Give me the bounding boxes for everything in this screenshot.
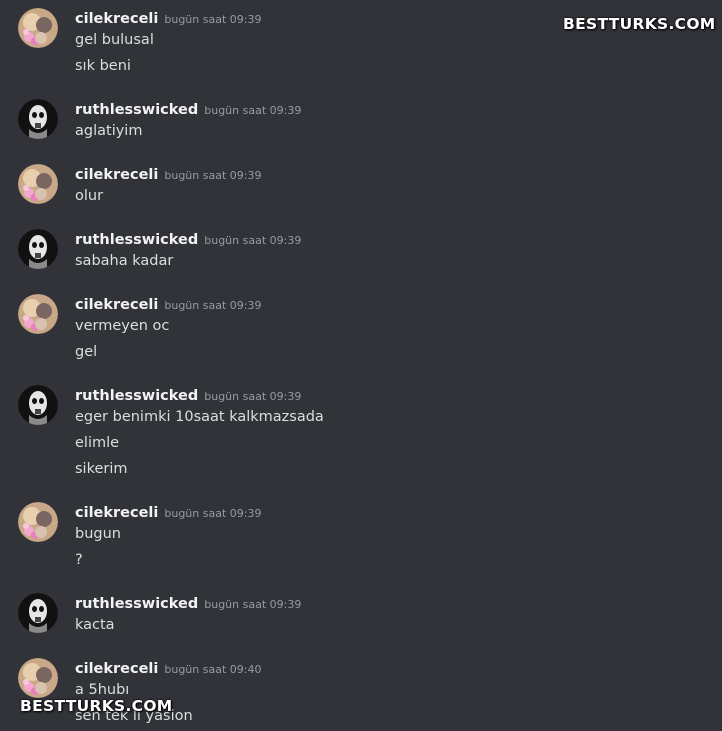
username[interactable]: ruthlesswicked [75, 232, 198, 248]
message-header: cilekreceli bugün saat 09:39 [75, 164, 261, 184]
masked-face-avatar[interactable] [18, 229, 58, 269]
username[interactable]: ruthlesswicked [75, 388, 198, 404]
message-text: gel bulusal [75, 32, 154, 48]
message-text: olur [75, 188, 104, 204]
username[interactable]: cilekreceli [75, 661, 158, 677]
timestamp[interactable]: bugün saat 09:39 [164, 299, 261, 312]
avatar-image [18, 164, 58, 204]
username[interactable]: cilekreceli [75, 167, 158, 183]
avatar-image [18, 294, 58, 334]
timestamp[interactable]: bugün saat 09:39 [204, 104, 301, 117]
timestamp[interactable]: bugün saat 09:39 [164, 169, 261, 182]
masked-face-avatar[interactable] [18, 385, 58, 425]
avatar-image [18, 658, 58, 698]
message-text: ? [75, 552, 83, 568]
message-text: sık beni [75, 58, 131, 74]
username[interactable]: cilekreceli [75, 505, 158, 521]
message-text: kacta [75, 617, 115, 633]
message-text: gel [75, 344, 98, 360]
avatar-image [18, 8, 58, 48]
masked-face-avatar[interactable] [18, 99, 58, 139]
timestamp[interactable]: bugün saat 09:39 [164, 13, 261, 26]
message-header: cilekreceli bugün saat 09:39 [75, 8, 261, 28]
message-header: cilekreceli bugün saat 09:39 [75, 502, 261, 522]
pink-flower-avatar[interactable] [18, 164, 58, 204]
message-text: sabaha kadar [75, 253, 174, 269]
pink-flower-avatar[interactable] [18, 8, 58, 48]
watermark-bottom: BESTTURKS.COM [20, 697, 173, 715]
watermark-top: BESTTURKS.COM [563, 15, 716, 33]
avatar-image [18, 502, 58, 542]
message-text: eger benimki 10saat kalkmazsada [75, 409, 324, 425]
message-text: vermeyen oc [75, 318, 170, 334]
avatar-image [18, 593, 58, 633]
message-text: sikerim [75, 461, 128, 477]
message-text: aglatiyim [75, 123, 143, 139]
avatar-image [18, 385, 58, 425]
username[interactable]: cilekreceli [75, 11, 158, 27]
avatar-image [18, 229, 58, 269]
username[interactable]: cilekreceli [75, 297, 158, 313]
chat-message-list: cilekreceli bugün saat 09:39 gel bulusal … [0, 0, 722, 731]
message-text: bugun [75, 526, 121, 542]
timestamp[interactable]: bugün saat 09:39 [164, 507, 261, 520]
timestamp[interactable]: bugün saat 09:39 [204, 390, 301, 403]
timestamp[interactable]: bugün saat 09:39 [204, 598, 301, 611]
username[interactable]: ruthlesswicked [75, 596, 198, 612]
pink-flower-avatar[interactable] [18, 658, 58, 698]
message-header: ruthlesswicked bugün saat 09:39 [75, 385, 301, 405]
message-text: elimle [75, 435, 120, 451]
pink-flower-avatar[interactable] [18, 502, 58, 542]
message-header: cilekreceli bugün saat 09:39 [75, 294, 261, 314]
message-header: ruthlesswicked bugün saat 09:39 [75, 99, 301, 119]
username[interactable]: ruthlesswicked [75, 102, 198, 118]
message-header: ruthlesswicked bugün saat 09:39 [75, 593, 301, 613]
message-header: ruthlesswicked bugün saat 09:39 [75, 229, 301, 249]
message-header: cilekreceli bugün saat 09:40 [75, 658, 261, 678]
pink-flower-avatar[interactable] [18, 294, 58, 334]
timestamp[interactable]: bugün saat 09:40 [164, 663, 261, 676]
masked-face-avatar[interactable] [18, 593, 58, 633]
timestamp[interactable]: bugün saat 09:39 [204, 234, 301, 247]
avatar-image [18, 99, 58, 139]
